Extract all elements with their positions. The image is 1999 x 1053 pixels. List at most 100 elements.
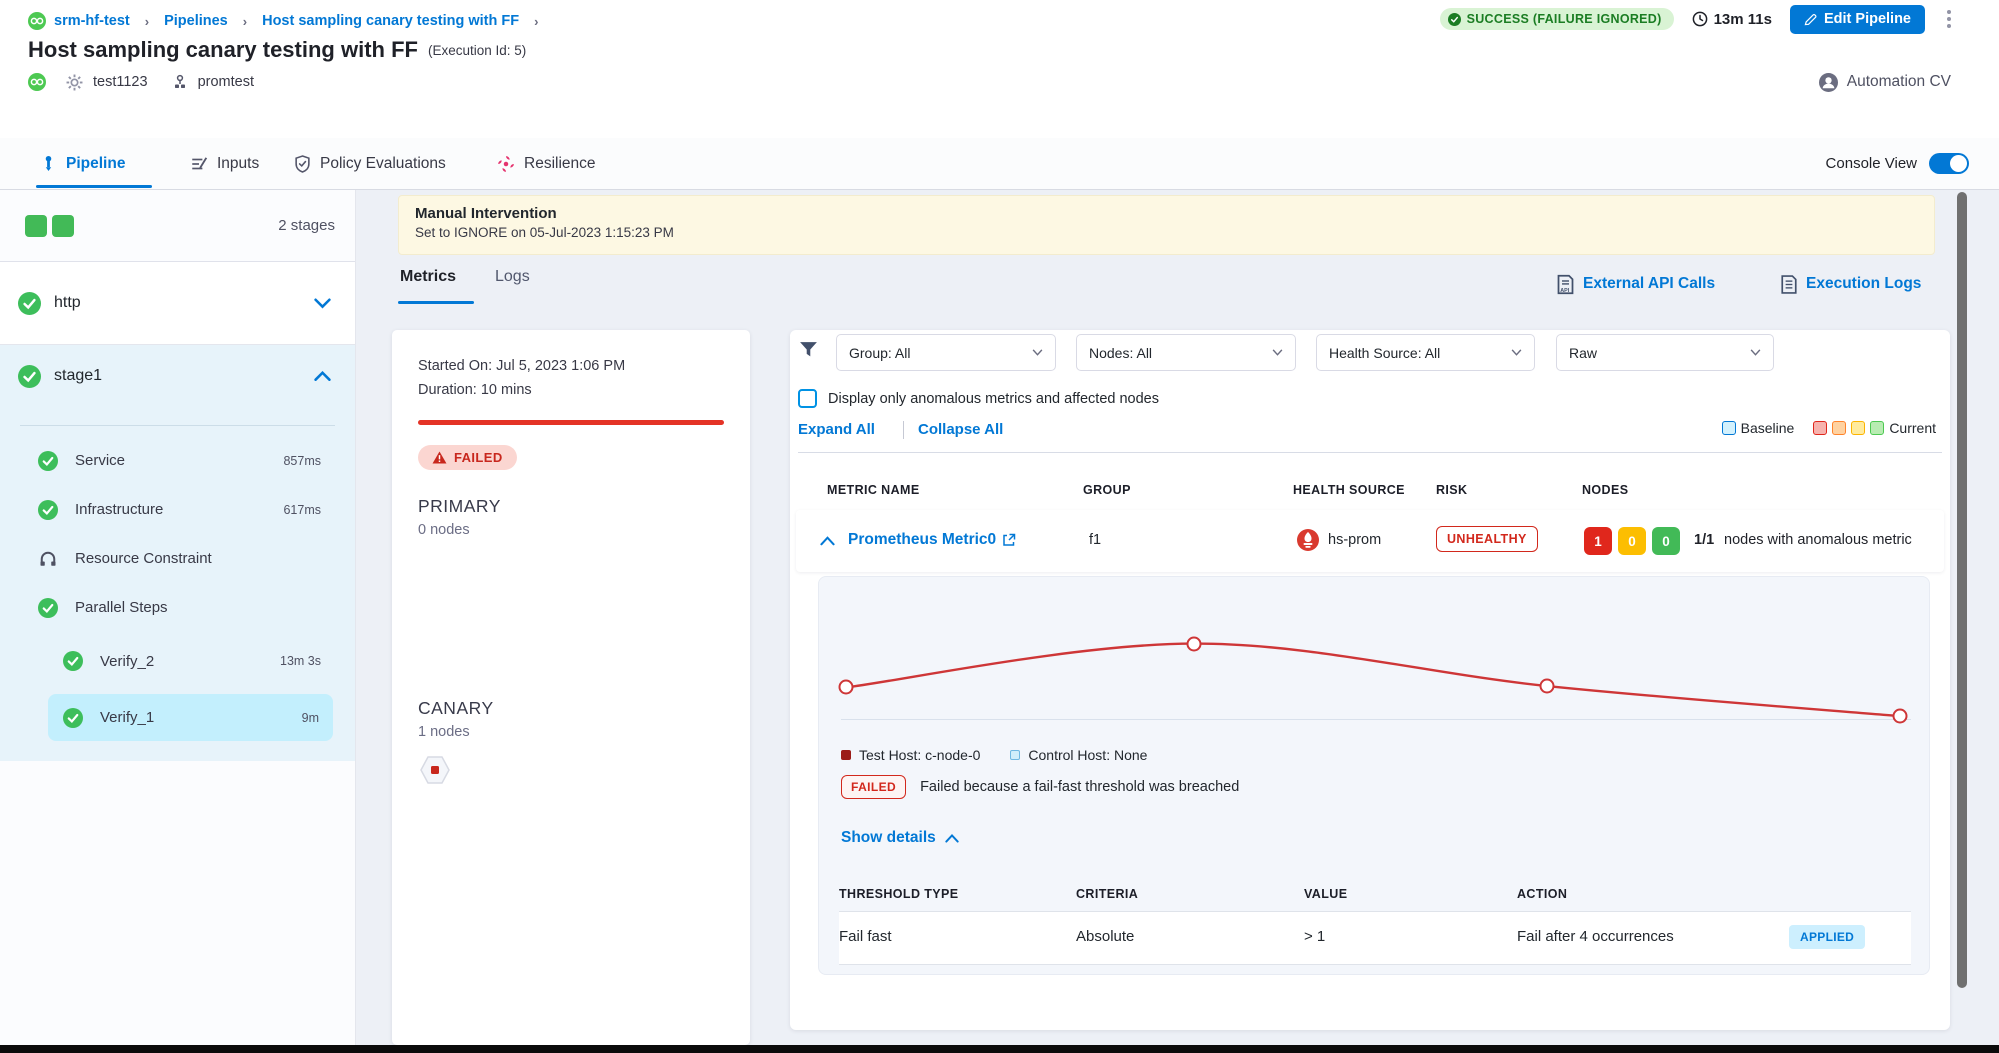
host-legend: Test Host: c-node-0 Control Host: None [841, 747, 1147, 763]
step-row-service[interactable]: Service 857ms [0, 436, 355, 485]
step-row-parallel-steps[interactable]: Parallel Steps [0, 583, 355, 632]
primary-node-count: 0 nodes [418, 522, 750, 538]
tab-policy-evaluations[interactable]: Policy Evaluations [294, 138, 446, 189]
collapse-metric-chevron-up-icon[interactable] [820, 536, 835, 546]
stage-name: stage1 [54, 367, 102, 385]
gear-icon [66, 74, 83, 91]
shield-check-icon [294, 155, 311, 173]
user-chip: Automation CV [1819, 70, 1951, 94]
log-doc-icon [1780, 274, 1798, 295]
manual-intervention-banner: Manual Intervention Set to IGNORE on 05-… [398, 195, 1935, 255]
edit-pipeline-button[interactable]: Edit Pipeline [1790, 5, 1925, 34]
chevron-down-icon [1750, 349, 1761, 356]
current-red-swatch [1813, 421, 1827, 435]
tab-pipeline[interactable]: Pipeline [40, 138, 125, 189]
console-view-control: Console View [1826, 138, 1969, 189]
step-duration: 9m [302, 711, 319, 725]
harness-logo-icon [28, 73, 46, 91]
stage-status-square [25, 215, 47, 237]
success-check-icon [18, 292, 41, 315]
current-legend-label: Current [1889, 420, 1936, 436]
current-green-swatch [1870, 421, 1884, 435]
canary-node-count: 1 nodes [418, 724, 750, 740]
chevron-down-icon [1511, 349, 1522, 356]
canary-node-hexagon[interactable] [420, 756, 750, 789]
step-label: Parallel Steps [75, 599, 168, 616]
vertical-scrollbar[interactable] [1957, 192, 1967, 988]
tab-inputs[interactable]: Inputs [190, 138, 259, 189]
external-api-calls-label: External API Calls [1583, 275, 1715, 293]
resource-constraint-icon [38, 549, 58, 569]
filter-health-source-value: Health Source: All [1329, 345, 1440, 361]
success-check-icon [63, 651, 83, 671]
api-doc-icon: API [1556, 274, 1575, 295]
tab-metrics[interactable]: Metrics [400, 268, 456, 286]
expand-all-link[interactable]: Expand All [798, 421, 875, 438]
step-row-verify2[interactable]: Verify_2 13m 3s [0, 632, 355, 690]
started-on: Started On: Jul 5, 2023 1:06 PM [418, 358, 750, 374]
clock-icon [1692, 11, 1708, 27]
col-value: VALUE [1304, 887, 1347, 901]
threshold-type-value: Fail fast [839, 928, 892, 945]
divider [798, 452, 1942, 453]
external-link-icon[interactable] [1002, 533, 1016, 547]
service-name: test1123 [93, 74, 148, 90]
step-row-verify1-selected[interactable]: Verify_1 9m [48, 694, 333, 741]
pipeline-meta-row: test1123 promtest [28, 70, 254, 94]
header-actions: SUCCESS (FAILURE IGNORED) 13m 11s Edit P… [1440, 5, 1955, 33]
filter-nodes-value: Nodes: All [1089, 345, 1152, 361]
step-row-infrastructure[interactable]: Infrastructure 617ms [0, 485, 355, 534]
data-point-marker[interactable] [1187, 636, 1202, 651]
main-tabbar: Pipeline Inputs Policy Evaluations Resil… [0, 138, 1999, 190]
breadcrumb-pipelines[interactable]: Pipelines [164, 13, 228, 29]
execution-logs-link[interactable]: Execution Logs [1780, 272, 1921, 296]
page-header: srm-hf-test › Pipelines › Host sampling … [0, 0, 1999, 138]
filter-group-value: Group: All [849, 345, 910, 361]
metric-row[interactable]: Prometheus Metric0 f1 hs-prom UNHEALTHY … [796, 510, 1944, 572]
data-point-marker[interactable] [839, 680, 854, 695]
metric-chart [841, 597, 1911, 734]
chevron-down-icon [1272, 349, 1283, 356]
filter-funnel-icon [798, 339, 819, 365]
stage-row-stage1[interactable]: stage1 [0, 345, 355, 407]
primary-label: PRIMARY [418, 496, 750, 517]
chevron-up-icon [314, 371, 331, 382]
console-view-toggle[interactable] [1929, 153, 1969, 174]
tab-resilience[interactable]: Resilience [497, 138, 596, 189]
stages-summary: 2 stages [0, 190, 355, 262]
execution-sidebar: 2 stages http stage1 Service 857ms Infra… [0, 190, 356, 1045]
col-group: GROUP [1083, 483, 1131, 497]
metric-name-link[interactable]: Prometheus Metric0 [848, 531, 996, 549]
col-nodes: NODES [1582, 483, 1628, 497]
data-point-marker[interactable] [1893, 709, 1908, 724]
risk-badge: UNHEALTHY [1436, 526, 1538, 552]
breadcrumb-project[interactable]: srm-hf-test [54, 13, 130, 29]
show-details-toggle[interactable]: Show details [841, 829, 959, 847]
more-options-menu[interactable] [1943, 6, 1955, 32]
control-host-swatch [1010, 750, 1020, 760]
collapse-all-link[interactable]: Collapse All [918, 421, 1003, 438]
step-duration: 13m 3s [280, 654, 321, 668]
anomalous-node-note: nodes with anomalous metric [1724, 532, 1912, 548]
col-risk: RISK [1436, 483, 1467, 497]
filter-mode-select[interactable]: Raw [1556, 334, 1774, 371]
external-api-calls-link[interactable]: API External API Calls [1556, 272, 1715, 296]
pipeline-icon [40, 155, 57, 172]
filter-health-source-select[interactable]: Health Source: All [1316, 334, 1535, 371]
execution-logs-label: Execution Logs [1806, 275, 1921, 293]
step-row-resource-constraint[interactable]: Resource Constraint [0, 534, 355, 583]
metrics-tab-underline [398, 301, 474, 304]
anomalous-only-checkbox[interactable] [798, 389, 817, 408]
applied-badge: APPLIED [1789, 925, 1865, 949]
filter-nodes-select[interactable]: Nodes: All [1076, 334, 1296, 371]
stage-row-http[interactable]: http [0, 262, 355, 345]
metric-line [846, 644, 1900, 717]
filter-group-select[interactable]: Group: All [836, 334, 1056, 371]
data-point-marker[interactable] [1540, 679, 1555, 694]
elapsed-time: 13m 11s [1692, 11, 1772, 28]
breadcrumb-pipeline-name[interactable]: Host sampling canary testing with FF [262, 13, 519, 29]
node-count-red: 1 [1584, 527, 1612, 555]
baseline-legend-swatch [1722, 421, 1736, 435]
tab-logs[interactable]: Logs [495, 268, 530, 286]
col-metric-name: METRIC NAME [827, 483, 920, 497]
